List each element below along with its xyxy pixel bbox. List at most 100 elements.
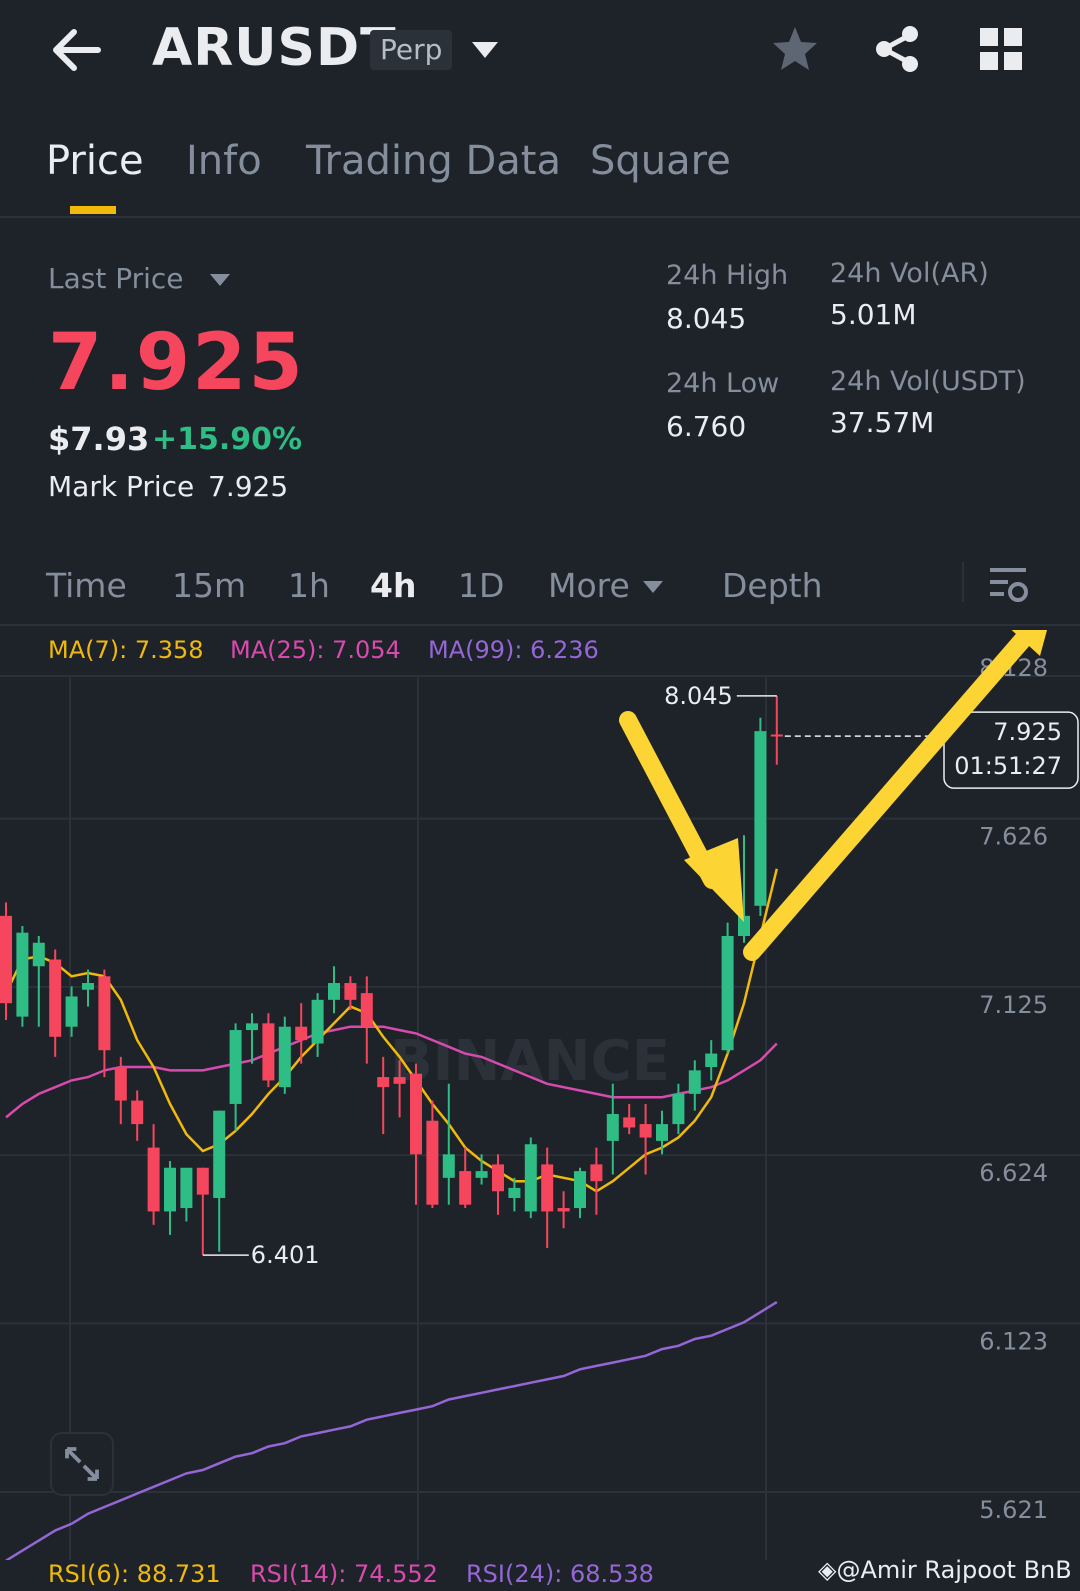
interval-15m[interactable]: 15m: [172, 566, 246, 605]
candle: [311, 993, 324, 1057]
candle: [623, 1103, 636, 1135]
candle: [49, 949, 62, 1057]
candle: [574, 1167, 586, 1219]
current-price-tag[interactable]: 7.925 01:51:27: [943, 711, 1079, 789]
candle: [492, 1154, 504, 1215]
candle: [98, 969, 111, 1078]
ma25-legend: MA(25): 7.054: [230, 636, 401, 664]
usd-price-value: $7.93: [48, 420, 150, 458]
high-marker-label: 8.045: [664, 682, 733, 710]
candle: [180, 1167, 193, 1222]
candle: [65, 986, 78, 1037]
interval-1d[interactable]: 1D: [458, 566, 504, 605]
candle: [541, 1147, 554, 1249]
star-icon[interactable]: [770, 24, 820, 74]
candle: [705, 1040, 718, 1081]
candle: [721, 922, 734, 1054]
chart-settings-icon[interactable]: [986, 562, 1030, 606]
change-percent: +15.90%: [152, 422, 303, 457]
tab-price[interactable]: Price: [46, 138, 144, 184]
ma99-line: [5, 1301, 778, 1560]
arrow-left-icon[interactable]: [48, 24, 104, 76]
candle: [754, 717, 767, 916]
rsi14-legend: RSI(14): 74.552: [250, 1560, 438, 1588]
last-price-value: 7.925: [48, 318, 305, 408]
candle: [0, 902, 12, 1020]
price-axis-label: 5.621: [979, 1496, 1048, 1524]
svg-text:7.925: 7.925: [993, 718, 1062, 746]
interval-more[interactable]: More: [548, 566, 630, 605]
author-watermark: ◈@Amir Rajpoot BnB: [818, 1556, 1072, 1584]
last-price-label[interactable]: Last Price: [48, 262, 184, 295]
interval-1h[interactable]: 1h: [288, 566, 330, 605]
candle: [688, 1060, 701, 1111]
interval-time[interactable]: Time: [46, 566, 127, 605]
candle: [147, 1124, 160, 1225]
candle: [344, 976, 357, 1010]
low-marker-label: 6.401: [251, 1241, 320, 1269]
candle: [459, 1147, 472, 1209]
candle: [639, 1103, 652, 1175]
symbol-title[interactable]: ARUSDT: [152, 18, 397, 78]
diamond-icon: ◈: [818, 1556, 837, 1584]
candle: [246, 1013, 258, 1064]
caret-down-icon[interactable]: [470, 38, 500, 62]
rsi24-legend: RSI(24): 68.538: [466, 1560, 654, 1588]
candle: [229, 1023, 242, 1131]
candle: [262, 1013, 275, 1088]
candle: [508, 1177, 521, 1212]
candle: [213, 1110, 226, 1252]
candlestick-chart[interactable]: BINANCE 8.1287.6267.1256.6246.1235.621 7…: [0, 630, 1080, 1560]
candle: [360, 976, 373, 1064]
candle: [656, 1110, 668, 1155]
depth-tab[interactable]: Depth: [722, 566, 823, 605]
high-value: 8.045: [666, 302, 747, 335]
share-icon[interactable]: [872, 24, 922, 74]
candle: [32, 936, 45, 1027]
svg-text:01:51:27: 01:51:27: [954, 752, 1062, 780]
high-label: 24h High: [666, 260, 789, 291]
low-value: 6.760: [666, 410, 747, 443]
candle: [426, 1100, 439, 1209]
caret-down-icon[interactable]: [642, 580, 664, 594]
candle: [590, 1147, 603, 1215]
candle: [16, 925, 29, 1027]
interval-bar: Time 15m 1h 4h 1D More Depth: [0, 552, 1080, 626]
tab-trading-data[interactable]: Trading Data: [306, 138, 561, 184]
down-arrow-annotation: [619, 711, 744, 922]
divider: [962, 562, 964, 602]
caret-down-icon[interactable]: [208, 272, 232, 288]
price-axis-label: 7.626: [979, 823, 1048, 851]
candle: [131, 1090, 144, 1141]
interval-4h[interactable]: 4h: [370, 566, 416, 605]
grid-icon[interactable]: [978, 26, 1024, 72]
tab-square[interactable]: Square: [590, 138, 731, 184]
candle: [278, 1016, 291, 1094]
contract-type-badge: Perp: [370, 30, 453, 70]
top-bar: ARUSDT Perp: [0, 0, 1080, 110]
candle: [377, 1056, 390, 1135]
low-label: 24h Low: [666, 368, 780, 399]
rsi6-legend: RSI(6): 88.731: [48, 1560, 221, 1588]
expand-icon: [65, 1447, 99, 1481]
vol-ar-value: 5.01M: [830, 298, 917, 331]
main-tabs: Price Info Trading Data Square: [0, 120, 1080, 218]
price-axis-label: 7.125: [979, 991, 1048, 1019]
mark-price-value: 7.925: [208, 470, 289, 503]
candle: [524, 1137, 537, 1219]
candle: [442, 1083, 455, 1205]
vol-usdt-value: 37.57M: [830, 406, 935, 439]
vol-ar-label: 24h Vol(AR): [830, 258, 989, 289]
candle: [196, 1167, 209, 1256]
fullscreen-button[interactable]: [50, 1432, 114, 1496]
tab-info[interactable]: Info: [186, 138, 262, 184]
candle: [672, 1083, 685, 1135]
candle: [114, 1056, 127, 1125]
active-tab-indicator: [70, 206, 116, 214]
price-axis-label: 6.123: [979, 1327, 1048, 1355]
candle: [295, 1003, 308, 1064]
candle: [410, 1063, 422, 1205]
candle: [557, 1191, 570, 1229]
mark-price-label: Mark Price: [48, 470, 195, 503]
ma7-legend: MA(7): 7.358: [48, 636, 204, 664]
